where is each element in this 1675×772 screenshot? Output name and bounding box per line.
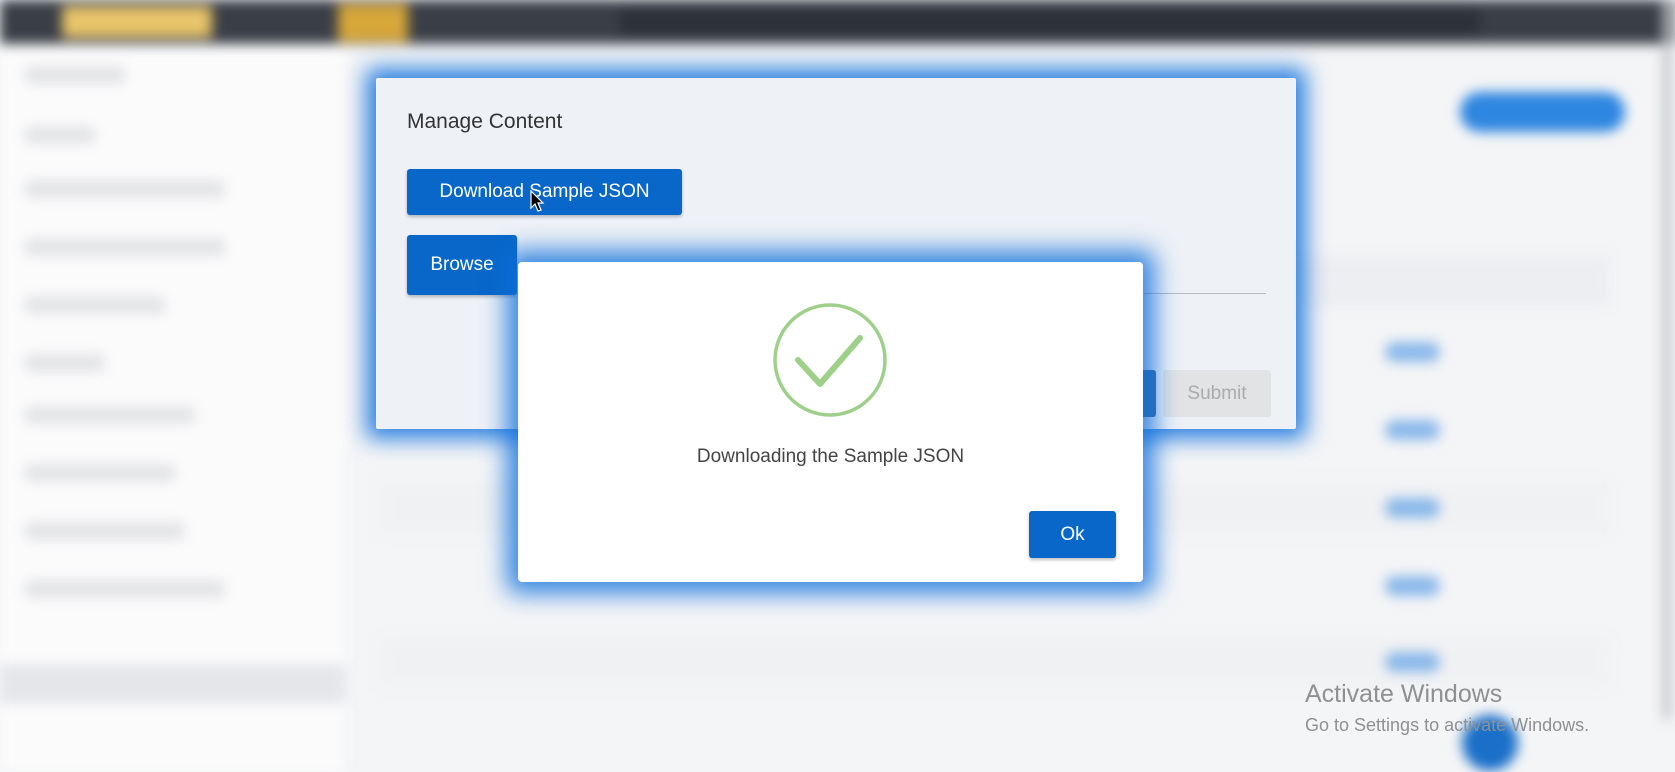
sidebar [0, 44, 345, 772]
check-circle-icon [773, 303, 887, 417]
success-alert-dialog: Downloading the Sample JSON Ok [518, 262, 1143, 582]
search-bar [620, 10, 1480, 34]
row-action [1385, 498, 1440, 518]
primary-action-button [1460, 92, 1625, 132]
browse-button[interactable]: Browse [407, 235, 517, 295]
sidebar-item [25, 238, 225, 256]
submit-button[interactable]: Submit [1163, 370, 1271, 417]
sidebar-section [25, 126, 95, 144]
row-action [1385, 576, 1440, 596]
mouse-cursor-icon [530, 190, 545, 212]
sidebar-item [25, 580, 225, 598]
sidebar-item [25, 464, 175, 482]
menu-toggle [338, 4, 408, 42]
activate-windows-subtitle: Go to Settings to activate Windows. [1305, 715, 1590, 735]
dialog-title: Manage Content [407, 110, 563, 133]
sidebar-item [25, 406, 195, 424]
ok-button[interactable]: Ok [1029, 511, 1116, 558]
activate-windows-title: Activate Windows [1305, 680, 1503, 708]
sidebar-item [25, 180, 225, 198]
sidebar-section [25, 354, 105, 372]
app-logo [62, 6, 212, 38]
sidebar-item-active [0, 664, 345, 704]
sidebar-item [25, 296, 165, 314]
sidebar-item [25, 522, 185, 540]
alert-message: Downloading the Sample JSON [696, 446, 965, 467]
row-action [1385, 342, 1440, 362]
row-action [1385, 420, 1440, 440]
scrollbar[interactable] [1663, 0, 1671, 720]
row-action [1385, 652, 1440, 672]
top-bar [0, 0, 1675, 44]
sidebar-item [25, 66, 125, 84]
